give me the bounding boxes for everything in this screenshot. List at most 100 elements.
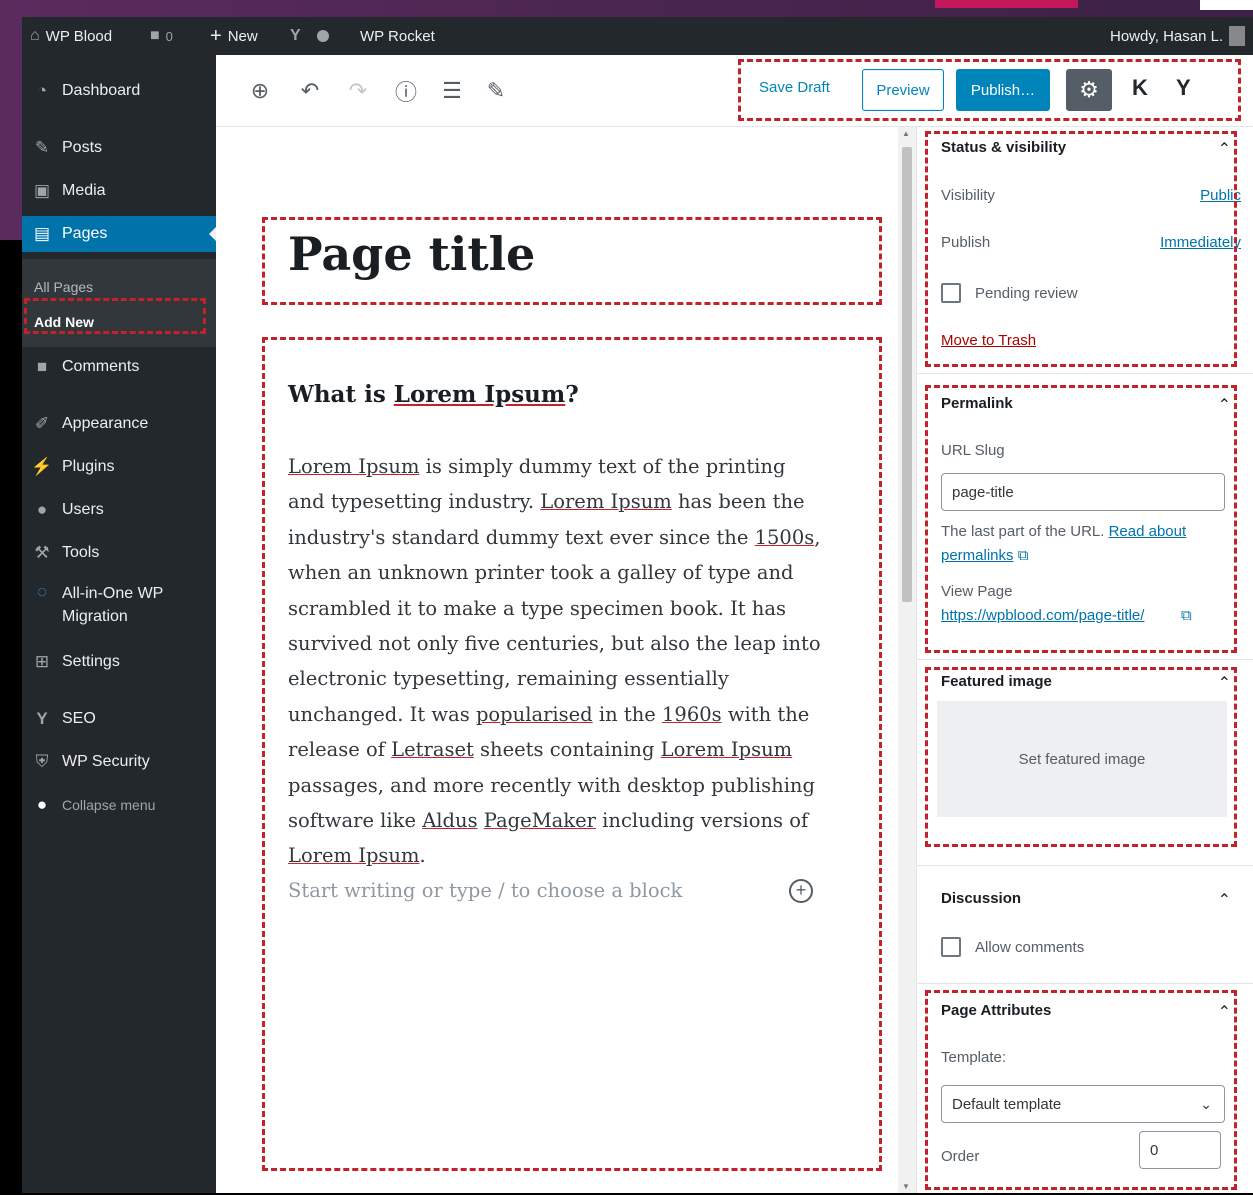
pin-icon: ✎: [34, 138, 50, 157]
new-label: New: [227, 27, 258, 45]
divider: [917, 983, 1253, 984]
site-name: WP Blood: [45, 27, 113, 45]
submenu-all-pages[interactable]: All Pages: [34, 279, 93, 295]
menu-item-migration[interactable]: ◌ All-in-One WP Migration: [22, 578, 216, 628]
scroll-up-icon[interactable]: ▲: [902, 129, 910, 138]
background-accent: [935, 0, 1078, 8]
menu-label: Media: [62, 182, 106, 199]
menu-label: Dashboard: [62, 82, 141, 99]
pencil-icon[interactable]: ✎: [482, 77, 510, 105]
menu-item-settings[interactable]: ⊞ Settings: [22, 644, 216, 680]
highlight-permalink: [925, 385, 1237, 653]
media-icon: ▣: [33, 181, 51, 200]
inline-add-block-button[interactable]: +: [789, 879, 813, 903]
highlight-page-attributes: [925, 990, 1237, 1190]
dashboard-icon: ◔: [36, 81, 48, 100]
comments-link[interactable]: ■ 0: [150, 17, 173, 55]
home-icon: ⌂: [30, 27, 40, 44]
menu-label: WP Security: [62, 753, 150, 770]
menu-label: Posts: [62, 139, 103, 156]
divider: [917, 373, 1253, 374]
divider: [917, 865, 1253, 866]
highlight-toolbar-actions: [738, 59, 1241, 121]
status-dot-icon: [316, 30, 329, 42]
menu-label: Comments: [62, 358, 140, 375]
wrench-icon: ⚒: [34, 543, 50, 562]
comments-count: 0: [165, 28, 173, 44]
undo-icon[interactable]: ↶: [296, 77, 324, 105]
comment-bubble-icon: ■: [150, 27, 160, 44]
yoast-link[interactable]: Y: [290, 17, 329, 55]
add-block-icon[interactable]: ⊕: [246, 77, 274, 105]
comment-icon: ■: [36, 357, 48, 376]
allow-comments-label: Allow comments: [975, 939, 1085, 956]
screenshot-frame: ⌂ WP Blood ■ 0 + New Y WP Rocket Howdy, …: [22, 17, 1253, 1193]
info-icon[interactable]: ⓘ: [392, 77, 420, 105]
menu-item-wp-security[interactable]: ⛨ WP Security: [22, 744, 216, 780]
collapse-menu-button[interactable]: ● Collapse menu: [22, 787, 216, 823]
background-accent-white: [1200, 0, 1253, 10]
menu-item-media[interactable]: ▣ Media: [22, 173, 216, 209]
migration-icon: ◌: [36, 582, 48, 601]
admin-menu: ◔ Dashboard ✎ Posts ▣ Media ▤ Pages All …: [22, 55, 217, 1193]
shield-icon: ⛨: [35, 752, 49, 771]
wp-rocket-label: WP Rocket: [360, 27, 435, 45]
menu-label: Users: [62, 501, 104, 518]
content-paragraph[interactable]: Lorem Ipsum is simply dummy text of the …: [288, 449, 828, 874]
highlight-status: [925, 131, 1237, 367]
yoast-icon: Y: [36, 709, 48, 728]
document-sidebar: Status & visibility ⌃ Visibility Public …: [916, 127, 1253, 1193]
page-title[interactable]: Page title: [288, 227, 535, 281]
plus-icon: +: [210, 24, 222, 47]
editor-canvas: Page title What is Lorem Ipsum? Lorem Ip…: [216, 127, 911, 1193]
block-editor: ⊕ ↶ ↷ ⓘ ☰ ✎ Save Draft Preview Publish… …: [216, 55, 1253, 1193]
menu-item-dashboard[interactable]: ◔ Dashboard: [22, 73, 216, 109]
menu-label: Appearance: [62, 415, 149, 432]
site-name-link[interactable]: ⌂ WP Blood: [30, 17, 112, 55]
brush-icon: ✐: [34, 414, 50, 433]
menu-item-users[interactable]: ● Users: [22, 492, 216, 528]
menu-label: Settings: [62, 653, 120, 670]
migration-line-1: All-in-One WP: [62, 585, 164, 602]
menu-label: Pages: [62, 225, 108, 242]
content-heading[interactable]: What is Lorem Ipsum?: [288, 381, 579, 408]
scroll-down-icon[interactable]: ▼: [902, 1182, 910, 1191]
menu-label: Plugins: [62, 458, 115, 475]
menu-item-pages[interactable]: ▤ Pages: [22, 216, 217, 252]
menu-item-seo[interactable]: Y SEO: [22, 701, 216, 737]
menu-item-comments[interactable]: ■ Comments: [22, 349, 216, 385]
redo-icon[interactable]: ↷: [344, 77, 372, 105]
user-icon: ●: [36, 500, 48, 519]
menu-label: SEO: [62, 710, 96, 727]
highlight-featured-image: [925, 667, 1237, 847]
chevron-up-icon[interactable]: ⌃: [1218, 890, 1231, 910]
menu-item-appearance[interactable]: ✐ Appearance: [22, 406, 216, 442]
allow-comments-checkbox[interactable]: [941, 937, 961, 957]
menu-label: All-in-One WP Migration: [62, 582, 163, 628]
user-account-link[interactable]: Howdy, Hasan L.: [1110, 17, 1246, 55]
yoast-icon: Y: [290, 27, 301, 44]
new-content-link[interactable]: + New: [210, 17, 258, 55]
avatar: [1229, 26, 1246, 46]
plug-icon: ⚡: [31, 457, 53, 476]
scrollbar-thumb[interactable]: [902, 147, 912, 602]
menu-item-tools[interactable]: ⚒ Tools: [22, 535, 216, 571]
admin-bar: ⌂ WP Blood ■ 0 + New Y WP Rocket Howdy, …: [22, 17, 1253, 55]
block-placeholder[interactable]: Start writing or type / to choose a bloc…: [288, 879, 682, 902]
heading-suffix: ?: [565, 381, 579, 408]
wp-rocket-link[interactable]: WP Rocket: [360, 17, 435, 55]
menu-label: Tools: [62, 544, 100, 561]
highlight-add-new: [24, 298, 206, 334]
editor-toolbar: ⊕ ↶ ↷ ⓘ ☰ ✎ Save Draft Preview Publish… …: [216, 55, 1253, 127]
collapse-icon: ●: [36, 795, 48, 814]
menu-item-posts[interactable]: ✎ Posts: [22, 130, 216, 166]
editor-scrollbar[interactable]: ▲ ▼: [898, 127, 916, 1193]
howdy-text: Howdy, Hasan L.: [1110, 27, 1224, 45]
panel-title-discussion[interactable]: Discussion: [941, 890, 1021, 907]
migration-line-2: Migration: [62, 608, 128, 625]
pages-icon: ▤: [33, 224, 51, 243]
menu-item-plugins[interactable]: ⚡ Plugins: [22, 449, 216, 485]
list-view-icon[interactable]: ☰: [438, 77, 466, 105]
menu-label: Collapse menu: [62, 797, 156, 813]
heading-text: What is: [288, 381, 394, 408]
